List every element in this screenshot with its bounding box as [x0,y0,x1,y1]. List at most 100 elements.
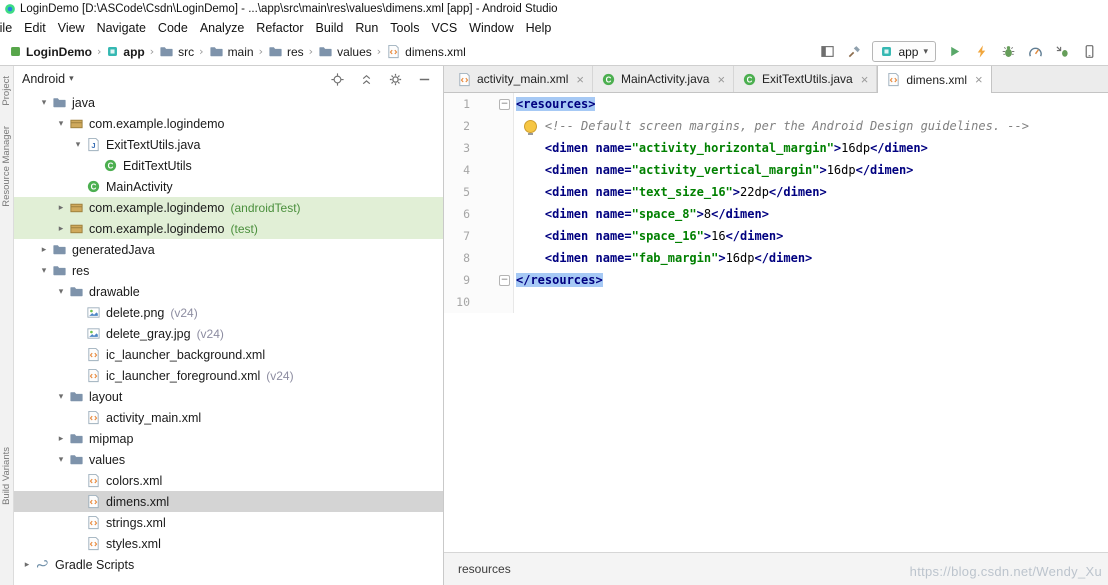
breadcrumb-item-src[interactable]: src [156,42,197,61]
code-line[interactable]: 1−<resources> [444,93,1108,115]
chevron-down-icon[interactable]: ▾ [54,119,68,129]
tab-mainactivity-java[interactable]: CMainActivity.java× [593,66,734,92]
breadcrumb-item-main[interactable]: main [206,42,257,61]
menu-item-edit[interactable]: Edit [18,19,52,37]
device-manager-icon[interactable] [1080,43,1098,61]
intention-bulb-icon[interactable] [524,120,537,133]
menu-item-analyze[interactable]: Analyze [194,19,250,37]
tree-item-layout[interactable]: ▾layout [14,386,443,407]
folder-icon [209,44,224,59]
menu-item-file[interactable]: File [0,19,18,37]
tree-item-ic-launcher-foreground-xml-v24[interactable]: ic_launcher_foreground.xml(v24) [14,365,443,386]
tree-item-ic-launcher-background-xml[interactable]: ic_launcher_background.xml [14,344,443,365]
breadcrumb-item-app[interactable]: app [103,43,147,61]
menu-item-run[interactable]: Run [349,19,384,37]
close-icon[interactable]: × [975,73,983,86]
tree-item-generatedjava[interactable]: ▸generatedJava [14,239,443,260]
code-line[interactable]: 5 <dimen name="text_size_16">22dp</dimen… [444,181,1108,203]
tree-item-styles-xml[interactable]: styles.xml [14,533,443,554]
menu-item-vcs[interactable]: VCS [425,19,463,37]
menu-item-code[interactable]: Code [152,19,194,37]
tab-label: MainActivity.java [621,72,709,86]
tree-item-colors-xml[interactable]: colors.xml [14,470,443,491]
locate-icon[interactable] [328,70,346,88]
chevron-down-icon[interactable]: ▾ [54,392,68,402]
tree-item-mipmap[interactable]: ▸mipmap [14,428,443,449]
menu-item-build[interactable]: Build [310,19,350,37]
chevron-right-icon[interactable]: ▸ [54,224,68,234]
tree-item-activity-main-xml[interactable]: activity_main.xml [14,407,443,428]
tree-item-dimens-xml[interactable]: dimens.xml [14,491,443,512]
chevron-down-icon[interactable]: ▾ [71,140,85,150]
code-line[interactable]: 8 <dimen name="fab_margin">16dp</dimen> [444,247,1108,269]
tree-item-label: delete_gray.jpg [106,327,191,341]
breadcrumb-item-dimens-xml[interactable]: dimens.xml [383,42,469,61]
debug-icon[interactable] [999,43,1017,61]
tree-item-res[interactable]: ▾res [14,260,443,281]
breadcrumb-item-logindemo[interactable]: LoginDemo [6,43,95,61]
tree-item-com-example-logindemo-androidtest[interactable]: ▸com.example.logindemo(androidTest) [14,197,443,218]
code-token: </dimen> [769,185,827,199]
hide-icon[interactable] [415,70,433,88]
tab-dimens-xml[interactable]: dimens.xml× [877,66,991,93]
profiler-icon[interactable] [1026,43,1044,61]
chevron-right-icon[interactable]: ▸ [37,245,51,255]
tab-exittextutils-java[interactable]: CExitTextUtils.java× [734,66,877,92]
project-view-selector[interactable]: Android ▾ [22,72,74,86]
menu-item-window[interactable]: Window [463,19,519,37]
run-icon[interactable] [945,43,963,61]
chevron-down-icon[interactable]: ▾ [54,455,68,465]
apply-changes-icon[interactable] [972,43,990,61]
breadcrumb-item-res[interactable]: res [265,42,307,61]
tree-item-values[interactable]: ▾values [14,449,443,470]
settings-icon[interactable] [386,70,404,88]
menu-item-refactor[interactable]: Refactor [250,19,309,37]
code-line[interactable]: 7 <dimen name="space_16">16</dimen> [444,225,1108,247]
project-view-label: Android [22,72,65,86]
code-line[interactable]: 10 [444,291,1108,313]
tree-item-exittextutils-java[interactable]: ▾JExitTextUtils.java [14,134,443,155]
build-hammer-icon[interactable] [845,43,863,61]
tool-stripe-button-build-variants[interactable]: Build Variants [1,447,12,505]
code-area[interactable]: 1−<resources>2 <!-- Default screen margi… [444,93,1108,552]
chevron-right-icon[interactable]: ▸ [54,203,68,213]
chevron-right-icon[interactable]: ▸ [54,434,68,444]
fold-marker-icon[interactable]: − [499,275,510,286]
tree-item-com-example-logindemo[interactable]: ▾com.example.logindemo [14,113,443,134]
tab-activity-main-xml[interactable]: activity_main.xml× [449,66,593,92]
menu-item-help[interactable]: Help [520,19,558,37]
menu-item-view[interactable]: View [52,19,91,37]
code-line[interactable]: 9−</resources> [444,269,1108,291]
code-line[interactable]: 3 <dimen name="activity_horizontal_margi… [444,137,1108,159]
tool-windows-icon[interactable] [818,43,836,61]
tree-item-com-example-logindemo-test[interactable]: ▸com.example.logindemo(test) [14,218,443,239]
chevron-down-icon[interactable]: ▾ [37,266,51,276]
fold-marker-icon[interactable]: − [499,99,510,110]
tree-item-java[interactable]: ▾java [14,92,443,113]
breadcrumb-item-values[interactable]: values [315,42,375,61]
close-icon[interactable]: × [576,73,584,86]
tree-item-gradle-scripts[interactable]: ▸Gradle Scripts [14,554,443,575]
tree-item-strings-xml[interactable]: strings.xml [14,512,443,533]
close-icon[interactable]: × [717,73,725,86]
tree-item-delete-gray-jpg-v24[interactable]: delete_gray.jpg(v24) [14,323,443,344]
code-line[interactable]: 4 <dimen name="activity_vertical_margin"… [444,159,1108,181]
close-icon[interactable]: × [861,73,869,86]
code-line[interactable]: 2 <!-- Default screen margins, per the A… [444,115,1108,137]
attach-debugger-icon[interactable] [1053,43,1071,61]
tree-item-drawable[interactable]: ▾drawable [14,281,443,302]
chevron-right-icon[interactable]: ▸ [20,560,34,570]
chevron-down-icon[interactable]: ▾ [54,287,68,297]
code-line[interactable]: 6 <dimen name="space_8">8</dimen> [444,203,1108,225]
menu-item-navigate[interactable]: Navigate [91,19,152,37]
tool-stripe-button-resource-manager[interactable]: Resource Manager [1,126,12,207]
tool-stripe-button-project[interactable]: Project [1,76,12,106]
tree-item-edittextutils[interactable]: CEditTextUtils [14,155,443,176]
menu-item-tools[interactable]: Tools [384,19,425,37]
collapse-all-icon[interactable] [357,70,375,88]
tree-item-delete-png-v24[interactable]: delete.png(v24) [14,302,443,323]
chevron-down-icon[interactable]: ▾ [37,98,51,108]
run-config-select[interactable]: app ▾ [872,41,936,62]
editor-breadcrumb-item[interactable]: resources [458,562,511,576]
tree-item-mainactivity[interactable]: CMainActivity [14,176,443,197]
